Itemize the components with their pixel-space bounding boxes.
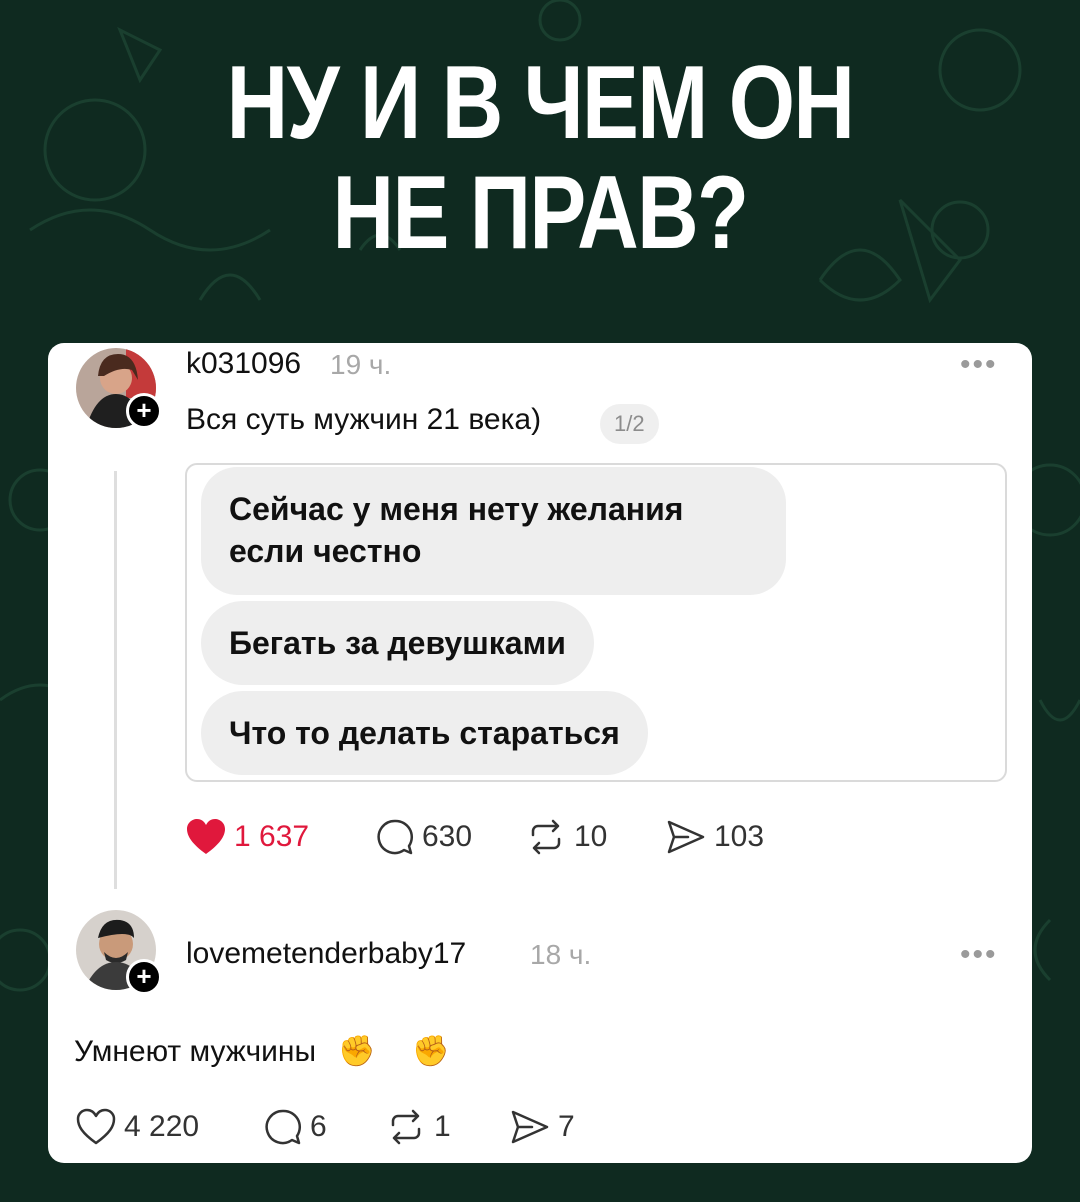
like-button[interactable]: 1 637: [186, 818, 376, 856]
follow-plus-icon[interactable]: +: [126, 959, 162, 995]
post-time: 19 ч.: [330, 349, 392, 380]
message-bubble: Сейчас у меня нету желания если честно: [201, 467, 786, 595]
reply-text-content: Умнеют мужчины: [74, 1035, 317, 1068]
comment-icon: [377, 819, 414, 855]
heart-filled-icon: [187, 819, 225, 854]
comment-button[interactable]: 630: [376, 818, 526, 856]
repost-count: 1: [434, 1110, 451, 1143]
post-actions: 1 637 630 10 103: [186, 818, 764, 856]
reply-time: 18 ч.: [530, 939, 592, 970]
message-text: Бегать за девушками: [229, 625, 566, 661]
headline: НУ И В ЧЕМ ОН НЕ ПРАВ?: [97, 48, 983, 268]
comment-button[interactable]: 6: [264, 1108, 386, 1146]
repost-count: 10: [574, 820, 608, 853]
headline-line-2: НЕ ПРАВ?: [332, 155, 750, 271]
post-card: + k031096 19 ч. ••• Вся суть мужчин 21 в…: [48, 343, 1032, 1163]
comment-count: 6: [310, 1110, 327, 1143]
headline-line-1: НУ И В ЧЕМ ОН: [226, 45, 855, 161]
more-horizontal-icon[interactable]: •••: [960, 940, 998, 970]
post-username[interactable]: k031096: [186, 347, 301, 381]
follow-plus-icon[interactable]: +: [126, 393, 162, 429]
repost-icon: [531, 819, 561, 855]
repost-button[interactable]: 10: [526, 818, 666, 856]
message-bubble: Бегать за девушками: [201, 601, 594, 685]
heart-icon: [76, 1108, 116, 1145]
raised-fist-emoji: ✊ ✊: [338, 1035, 464, 1068]
like-button[interactable]: 4 220: [76, 1108, 264, 1146]
message-text: Сейчас у меня нету желания если честно: [229, 491, 684, 569]
post-media[interactable]: Сейчас у меня нету желания если честно Б…: [185, 463, 1007, 782]
post-text: Вся суть мужчин 21 века): [186, 403, 542, 436]
share-button[interactable]: 7: [510, 1108, 575, 1146]
send-icon: [667, 820, 705, 854]
share-button[interactable]: 103: [666, 818, 764, 856]
page-indicator[interactable]: 1/2: [600, 404, 659, 444]
send-icon: [511, 1110, 549, 1144]
repost-button[interactable]: 1: [386, 1108, 510, 1146]
comment-icon: [265, 1109, 302, 1145]
more-horizontal-icon[interactable]: •••: [960, 350, 998, 380]
share-count: 103: [714, 820, 765, 853]
reply-username[interactable]: lovemetenderbaby17: [186, 937, 466, 971]
like-count: 4 220: [124, 1110, 200, 1143]
message-bubble: Что то делать стараться: [201, 691, 648, 775]
reply-text: Умнеют мужчины ✊ ✊: [74, 1034, 463, 1069]
repost-icon: [391, 1109, 421, 1145]
like-count: 1 637: [234, 820, 310, 853]
thread-line: [114, 471, 117, 889]
message-text: Что то делать стараться: [229, 715, 620, 751]
share-count: 7: [558, 1110, 575, 1143]
reply-actions: 4 220 6 1 7: [76, 1108, 575, 1146]
comment-count: 630: [422, 820, 473, 853]
